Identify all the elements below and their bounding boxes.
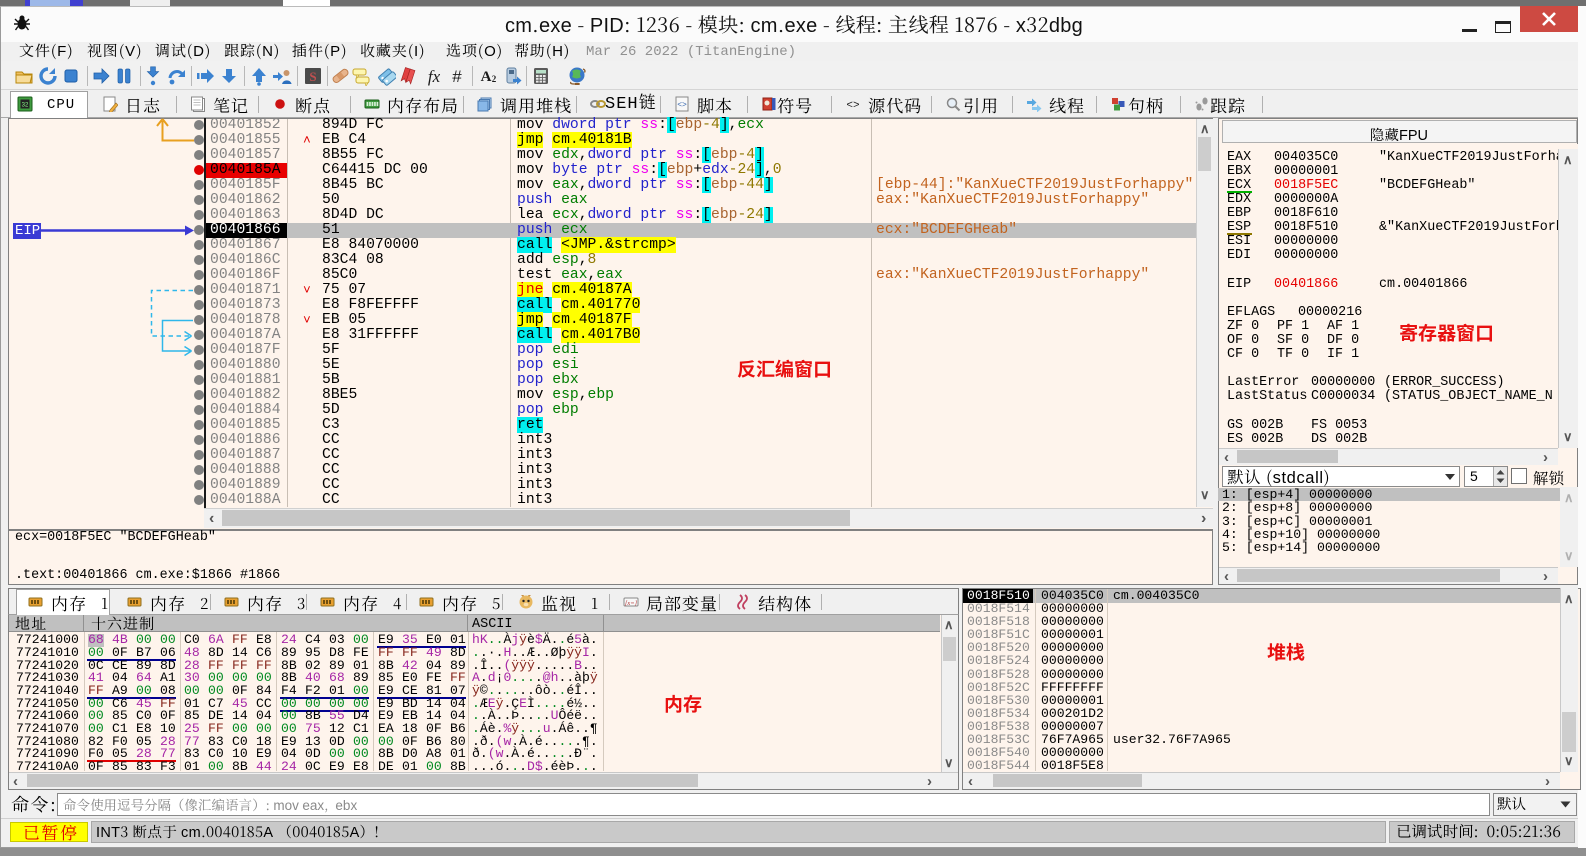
svg-text:#: # (452, 67, 462, 86)
svg-text:[x=]: [x=] (625, 600, 638, 607)
svg-text:S: S (309, 69, 316, 84)
svg-text:<>: <> (846, 100, 859, 112)
svg-text:A: A (481, 69, 492, 85)
svg-text:32: 32 (22, 103, 29, 109)
svg-text:2: 2 (492, 74, 497, 84)
svg-text:fx: fx (428, 67, 441, 86)
svg-text:<>: <> (677, 101, 687, 110)
